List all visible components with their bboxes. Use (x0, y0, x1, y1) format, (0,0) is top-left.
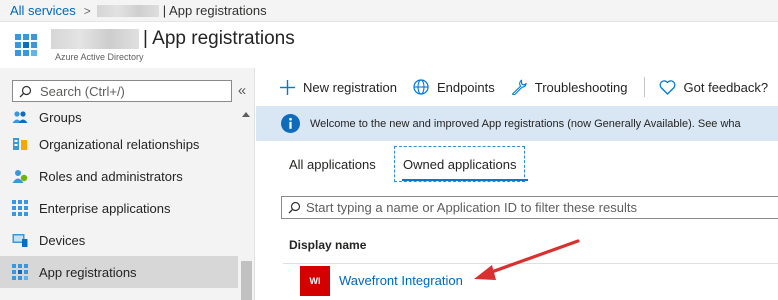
sidebar-item-enterprise-applications[interactable]: Enterprise applications (0, 192, 238, 224)
scroll-up-arrow-icon[interactable] (242, 112, 250, 117)
sidebar-item-label: Roles and administrators (39, 168, 183, 184)
sidebar-search-box[interactable] (12, 80, 232, 102)
globe-icon (413, 79, 429, 95)
app-badge: WI (300, 266, 330, 296)
sidebar-item-app-registrations[interactable]: App registrations (0, 256, 238, 288)
breadcrumb-redacted-tenant[interactable] (96, 4, 159, 17)
tab-owned-applications[interactable]: Owned applications (394, 146, 526, 182)
active-tab-indicator (402, 179, 528, 181)
roles-icon (12, 168, 28, 184)
application-tabs: All applications Owned applications (256, 146, 778, 184)
sidebar-item-roles-and-administrators[interactable]: Roles and administrators (0, 160, 238, 192)
new-registration-label: New registration (303, 79, 397, 95)
sidebar-item-organizational-relationships[interactable]: Organizational relationships (0, 128, 238, 160)
app-registrations-icon (12, 264, 28, 280)
search-icon (19, 85, 32, 98)
sidebar-nav-list: Groups Organizational relationships Role… (0, 108, 238, 288)
sidebar-search-input[interactable] (40, 83, 210, 99)
groups-icon (12, 109, 28, 125)
breadcrumb-all-services-link[interactable]: All services (10, 3, 76, 18)
wrench-icon (511, 79, 527, 95)
page-title-text: | App registrations (143, 28, 295, 49)
sidebar-item-groups[interactable]: Groups (0, 106, 238, 128)
banner-message: Welcome to the new and improved App regi… (310, 117, 741, 130)
sidebar-item-label: Organizational relationships (39, 136, 200, 152)
breadcrumb: All services > | App registrations (0, 0, 778, 22)
sidebar-item-label: Devices (39, 232, 86, 248)
troubleshooting-button[interactable]: Troubleshooting (511, 68, 628, 106)
feedback-button[interactable]: Got feedback? (659, 68, 769, 106)
command-bar: New registration Endpoints Troubleshooti… (256, 68, 778, 106)
filter-box[interactable] (281, 196, 778, 219)
left-nav: « Groups Organizational relationships Ro… (0, 68, 255, 300)
app-name-link[interactable]: Wavefront Integration (339, 273, 463, 288)
troubleshooting-label: Troubleshooting (534, 79, 628, 95)
new-registration-button[interactable]: New registration (280, 68, 397, 106)
sidebar-item-label: Enterprise applications (39, 200, 171, 216)
filter-input[interactable] (306, 200, 776, 215)
search-icon (288, 201, 301, 214)
column-header-display-name[interactable]: Display name (289, 238, 366, 252)
sidebar-scrollbar[interactable] (239, 108, 253, 300)
endpoints-button[interactable]: Endpoints (413, 68, 495, 106)
feedback-label: Got feedback? (683, 79, 769, 95)
page-title: | App registrations (51, 28, 295, 50)
sidebar-item-label: Groups (39, 109, 82, 125)
sidebar-item-label: App registrations (39, 264, 137, 280)
app-registrations-grid-icon (15, 34, 37, 56)
endpoints-label: Endpoints (436, 79, 495, 95)
info-icon (281, 114, 300, 133)
devices-icon (12, 232, 28, 248)
info-banner[interactable]: Welcome to the new and improved App regi… (256, 106, 778, 141)
table-row[interactable]: WI Wavefront Integration (283, 264, 778, 300)
breadcrumb-chevron-icon: > (83, 3, 91, 18)
plus-icon (280, 79, 295, 95)
heart-icon (659, 79, 676, 95)
sidebar-item-devices[interactable]: Devices (0, 224, 238, 256)
toolbar-divider (643, 77, 645, 97)
collapse-sidebar-button[interactable]: « (235, 82, 249, 100)
scrollbar-thumb[interactable] (241, 261, 252, 300)
breadcrumb-current: | App registrations (162, 3, 267, 18)
enterprise-apps-icon (12, 200, 28, 216)
org-relationships-icon (12, 136, 28, 152)
redacted-tenant-name (51, 29, 139, 49)
tab-all-applications[interactable]: All applications (289, 146, 376, 182)
page-subtitle: Azure Active Directory (55, 52, 144, 62)
page-header: | App registrations Azure Active Directo… (0, 22, 778, 68)
